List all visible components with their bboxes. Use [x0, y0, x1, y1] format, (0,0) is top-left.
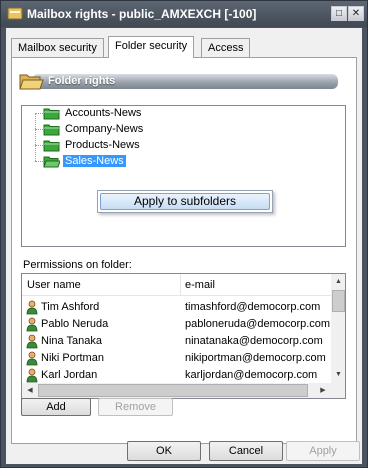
scroll-left-icon[interactable]: ◀	[22, 383, 38, 398]
table-row[interactable]: Pablo Neruda pabloneruda@democorp.com	[22, 316, 331, 333]
dialog-window: Mailbox rights - public_AMXEXCH [-100] □…	[0, 0, 368, 468]
column-separator[interactable]	[180, 274, 181, 296]
folder-tree[interactable]: Accounts-News Company-News Products-News	[21, 105, 346, 247]
folder-open-icon	[43, 156, 60, 168]
user-name: Tim Ashford	[41, 301, 100, 313]
folder-open-icon	[19, 74, 44, 90]
tree-item-label: Accounts-News	[65, 107, 142, 119]
ok-button[interactable]: OK	[127, 441, 201, 461]
tab-mailbox-security[interactable]: Mailbox security	[11, 38, 104, 57]
user-email: pabloneruda@democorp.com	[185, 318, 331, 330]
tree-connector	[35, 161, 43, 162]
context-menu: Apply to subfolders	[97, 190, 273, 213]
tree-item-label: Company-News	[65, 123, 144, 135]
table-row[interactable]: Tim Ashford timashford@democorp.com	[22, 299, 331, 316]
column-header-user-name[interactable]: User name	[27, 279, 81, 291]
user-icon	[26, 334, 38, 349]
tree-connector	[35, 113, 43, 114]
tree-item-accounts-news[interactable]: Accounts-News	[22, 106, 222, 122]
tree-item-label: Products-News	[65, 139, 140, 151]
tree-item-company-news[interactable]: Company-News	[22, 122, 222, 138]
permissions-list[interactable]: User name e-mail Tim Ashford timashford@…	[21, 273, 346, 399]
scroll-thumb[interactable]	[38, 384, 308, 397]
tree-item-products-news[interactable]: Products-News	[22, 138, 222, 154]
scroll-right-icon[interactable]: ▶	[315, 383, 331, 398]
table-row[interactable]: Nina Tanaka ninatanaka@democorp.com	[22, 333, 331, 350]
window-title: Mailbox rights - public_AMXEXCH [-100]	[27, 7, 257, 21]
user-name: Pablo Neruda	[41, 318, 109, 330]
table-row[interactable]: Karl Jordan karljordan@democorp.com	[22, 367, 331, 384]
folder-rights-title: Folder rights	[48, 75, 116, 87]
user-icon	[26, 300, 38, 315]
tab-folder-security[interactable]: Folder security	[108, 36, 195, 58]
user-name: Karl Jordan	[41, 369, 98, 381]
cancel-button[interactable]: Cancel	[209, 441, 283, 461]
user-name: Niki Portman	[41, 352, 104, 364]
folder-icon	[43, 108, 60, 120]
tree-connector	[35, 129, 43, 130]
scroll-down-icon[interactable]: ▼	[331, 367, 345, 383]
tab-access[interactable]: Access	[201, 38, 251, 57]
user-icon	[26, 317, 38, 332]
permissions-label: Permissions on folder:	[23, 259, 132, 271]
folder-rights-header: Folder rights	[18, 70, 338, 92]
scroll-up-icon[interactable]: ▲	[331, 274, 345, 290]
folder-icon	[43, 140, 60, 152]
user-icon	[26, 351, 38, 366]
app-icon	[7, 7, 23, 20]
table-row[interactable]: Niki Portman nikiportman@democorp.com	[22, 350, 331, 367]
title-bar[interactable]: Mailbox rights - public_AMXEXCH [-100] □…	[1, 1, 367, 27]
user-email: timashford@democorp.com	[185, 301, 321, 313]
add-button[interactable]: Add	[21, 398, 91, 416]
user-email: karljordan@democorp.com	[185, 369, 318, 381]
tree-item-label: Sales-News	[63, 155, 126, 167]
maximize-icon[interactable]: □	[331, 6, 347, 21]
folder-icon	[43, 124, 60, 136]
user-name: Nina Tanaka	[41, 335, 102, 347]
tree-item-sales-news[interactable]: Sales-News	[22, 154, 222, 170]
menu-item-apply-to-subfolders[interactable]: Apply to subfolders	[100, 193, 270, 210]
vertical-scrollbar[interactable]: ▲ ▼	[331, 274, 345, 383]
scrollbar-corner	[331, 383, 345, 398]
user-email: nikiportman@democorp.com	[185, 352, 326, 364]
user-email: ninatanaka@democorp.com	[185, 335, 323, 347]
close-icon[interactable]: ✕	[348, 6, 364, 21]
list-header: User name e-mail	[22, 274, 331, 296]
column-header-email[interactable]: e-mail	[185, 279, 215, 291]
remove-button[interactable]: Remove	[98, 398, 173, 416]
scroll-thumb[interactable]	[332, 290, 345, 312]
user-icon	[26, 368, 38, 383]
horizontal-scrollbar[interactable]: ◀ ▶	[22, 383, 331, 398]
dialog-client-area: Mailbox security Folder security Access …	[6, 28, 362, 464]
apply-button[interactable]: Apply	[286, 441, 360, 461]
tree-connector	[35, 145, 43, 146]
